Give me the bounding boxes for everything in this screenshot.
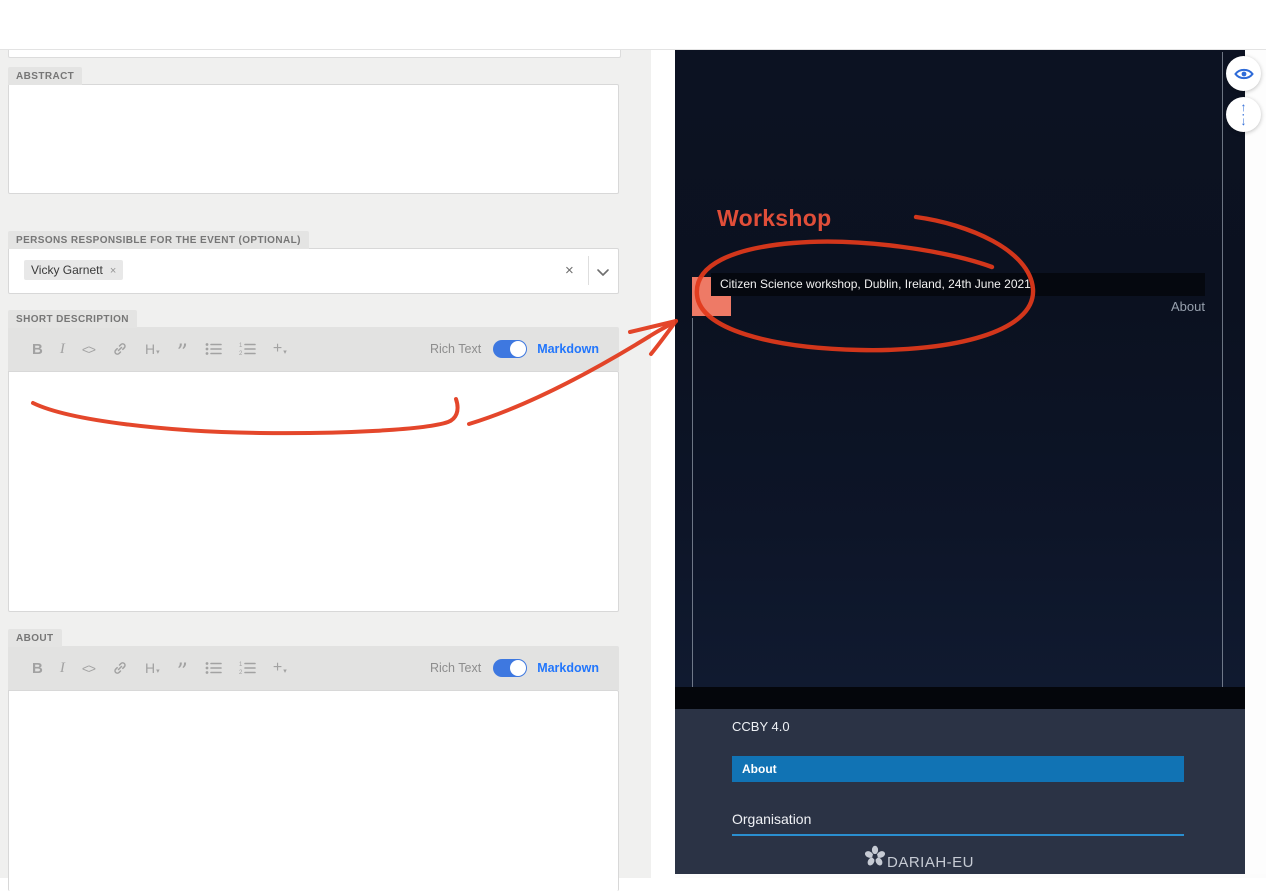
chevron-down-icon[interactable] xyxy=(596,264,610,282)
preview-about-nav-link[interactable]: About xyxy=(1105,299,1205,314)
preview-toc-about-item[interactable]: About xyxy=(732,756,1184,782)
previous-field-cutoff xyxy=(8,49,621,58)
person-tag[interactable]: Vicky Garnett × xyxy=(24,260,123,280)
svg-text:1: 1 xyxy=(239,662,243,668)
short-description-editor[interactable] xyxy=(8,371,619,612)
bullet-list-icon[interactable] xyxy=(205,342,222,356)
preview-visibility-button[interactable] xyxy=(1226,56,1261,91)
select-divider xyxy=(588,256,589,285)
person-tag-label: Vicky Garnett xyxy=(31,263,103,277)
insert-icon[interactable]: +▾ xyxy=(273,340,287,358)
organisation-underline xyxy=(732,834,1184,836)
svg-text:1: 1 xyxy=(239,343,243,349)
short-description-toolbar: B I <> H▾ ” 12 +▾ Rich Text Markdown xyxy=(8,327,619,371)
preview-event-title: Citizen Science workshop, Dublin, Irelan… xyxy=(711,273,1205,296)
link-icon[interactable] xyxy=(112,341,128,357)
richtext-markdown-toggle[interactable] xyxy=(493,659,527,677)
hero-left-border xyxy=(692,318,693,687)
rich-text-label: Rich Text xyxy=(430,342,481,356)
markdown-label: Markdown xyxy=(537,342,599,356)
preview-bottom-edge xyxy=(675,874,1266,878)
bold-icon[interactable]: B xyxy=(32,660,43,677)
svg-text:2: 2 xyxy=(239,351,243,356)
up-down-arrows-icon: ↑·↓ xyxy=(1241,104,1247,125)
remove-person-icon[interactable]: × xyxy=(110,265,116,277)
numbered-list-icon[interactable]: 12 xyxy=(239,661,256,675)
heading-icon[interactable]: H▾ xyxy=(145,660,160,676)
about-editor[interactable] xyxy=(8,690,619,891)
dariah-eu-logo[interactable]: DARIAH-EU xyxy=(864,845,974,871)
blockquote-icon[interactable]: ” xyxy=(177,668,188,678)
clear-persons-icon[interactable]: × xyxy=(565,262,574,279)
scroll-sync-button[interactable]: ↑·↓ xyxy=(1226,97,1261,132)
numbered-list-icon[interactable]: 12 xyxy=(239,342,256,356)
bullet-list-icon[interactable] xyxy=(205,661,222,675)
short-description-field-label: SHORT DESCRIPTION xyxy=(8,310,137,328)
abstract-textarea[interactable] xyxy=(8,84,619,194)
italic-icon[interactable]: I xyxy=(60,660,65,677)
right-gutter xyxy=(1245,49,1266,878)
italic-icon[interactable]: I xyxy=(60,341,65,358)
hero-bottom-strip xyxy=(675,687,1245,709)
app-header xyxy=(0,0,1266,50)
abstract-field-label: ABSTRACT xyxy=(8,67,82,85)
preview-hero xyxy=(675,50,1245,687)
eye-icon xyxy=(1234,67,1254,81)
code-icon[interactable]: <> xyxy=(82,661,95,676)
richtext-markdown-toggle[interactable] xyxy=(493,340,527,358)
dariah-flower-icon xyxy=(864,845,886,871)
code-icon[interactable]: <> xyxy=(82,342,95,357)
link-icon[interactable] xyxy=(112,660,128,676)
preview-page-title: Workshop xyxy=(717,205,831,232)
dariah-logo-text: DARIAH-EU xyxy=(887,854,974,871)
bold-icon[interactable]: B xyxy=(32,341,43,358)
about-field-label: ABOUT xyxy=(8,629,62,647)
markdown-label: Markdown xyxy=(537,661,599,675)
hero-right-border xyxy=(1222,52,1223,687)
about-toolbar: B I <> H▾ ” 12 +▾ Rich Text Markdown xyxy=(8,646,619,690)
preview-license: CCBY 4.0 xyxy=(732,719,790,734)
preview-organisation-heading: Organisation xyxy=(732,811,811,827)
panel-gutter[interactable] xyxy=(651,49,675,878)
insert-icon[interactable]: +▾ xyxy=(273,659,287,677)
persons-field-label: PERSONS RESPONSIBLE FOR THE EVENT (OPTIO… xyxy=(8,231,309,249)
svg-text:2: 2 xyxy=(239,670,243,675)
rich-text-label: Rich Text xyxy=(430,661,481,675)
blockquote-icon[interactable]: ” xyxy=(177,349,188,359)
heading-icon[interactable]: H▾ xyxy=(145,341,160,357)
